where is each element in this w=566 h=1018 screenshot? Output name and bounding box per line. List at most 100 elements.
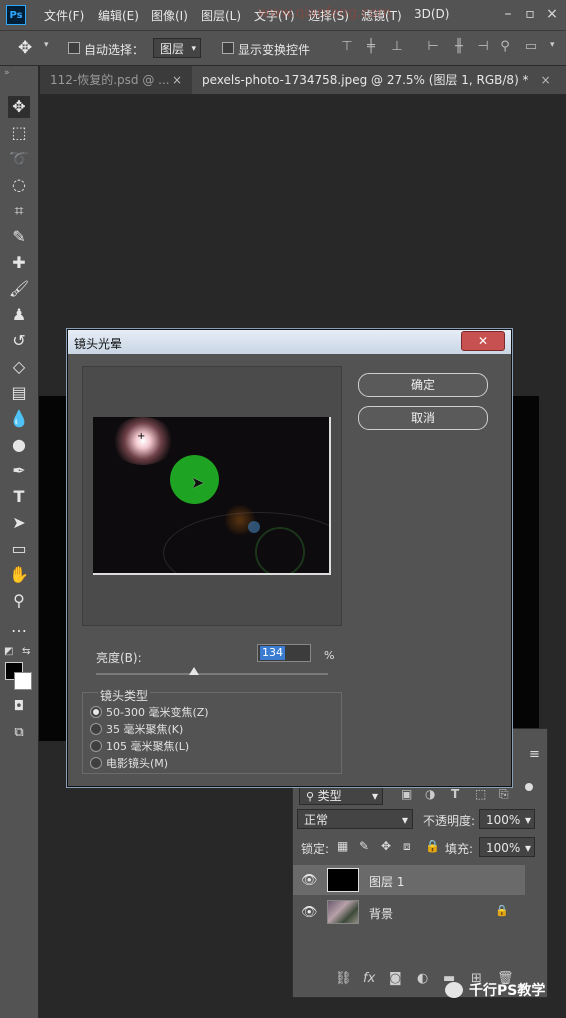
visibility-eye-icon[interactable]: 👁 — [301, 873, 318, 888]
show-transform-checkbox[interactable] — [222, 42, 234, 54]
swap-colors-icon[interactable]: ⇆ — [22, 646, 30, 657]
layer-filter-dropdown[interactable]: ⚲ 类型 ▾ — [299, 785, 383, 805]
filter-type-icon[interactable]: T — [451, 787, 459, 801]
screen-mode-icon[interactable]: ⧉ — [8, 722, 30, 744]
background-color-swatch[interactable] — [14, 672, 32, 690]
cancel-button[interactable]: 取消 — [358, 406, 488, 430]
layer-row-background[interactable]: 👁 背景 🔒 — [293, 897, 525, 927]
lock-position-icon[interactable]: ✥ — [381, 839, 391, 853]
fx-icon[interactable]: fx — [363, 971, 375, 986]
align-top-icon[interactable]: ⊤ — [340, 40, 354, 54]
gradient-tool-icon[interactable]: ▤ — [8, 382, 30, 404]
brightness-slider-thumb[interactable] — [189, 667, 199, 675]
dialog-titlebar[interactable]: 镜头光晕 ✕ — [68, 330, 511, 354]
flare-preview-image[interactable]: + ➤ — [93, 417, 331, 575]
lens-radio-35[interactable] — [90, 723, 102, 735]
auto-select-dropdown[interactable]: 图层 ▾ — [153, 38, 201, 58]
lock-paint-icon[interactable]: ✎ — [359, 839, 369, 853]
blend-mode-dropdown[interactable]: 正常 ▾ — [297, 809, 413, 829]
hand-tool-icon[interactable]: ✋ — [8, 564, 30, 586]
minimize-icon[interactable]: – — [498, 4, 518, 24]
menu-layer[interactable]: 图层(L) — [201, 7, 241, 24]
menu-image[interactable]: 图像(I) — [151, 7, 188, 24]
maximize-icon[interactable]: ▫ — [520, 4, 540, 24]
adjustment-layer-icon[interactable]: ◐ — [417, 971, 428, 986]
lens-radio-movie[interactable] — [90, 757, 102, 769]
pen-tool-icon[interactable]: ✒ — [8, 460, 30, 482]
marquee-tool-icon[interactable]: ⬚ — [8, 122, 30, 144]
path-select-tool-icon[interactable]: ➤ — [8, 512, 30, 534]
crop-tool-icon[interactable]: ⌗ — [8, 200, 30, 222]
collapse-icon[interactable]: » — [4, 68, 10, 78]
opacity-input[interactable]: 100% ▾ — [479, 809, 535, 829]
align-hcenter-icon[interactable]: ╫ — [452, 40, 466, 54]
lasso-tool-icon[interactable]: ➰ — [8, 148, 30, 170]
brush-tool-icon[interactable]: 🖌 — [8, 278, 30, 300]
lock-all-icon[interactable]: 🔒 — [425, 839, 440, 853]
menu-edit[interactable]: 编辑(E) — [98, 7, 139, 24]
rectangle-tool-icon[interactable]: ▭ — [8, 538, 30, 560]
link-layers-icon[interactable]: ⛓ — [335, 971, 352, 986]
options-bar: ✥ ▾ 自动选择： 图层 ▾ 显示变换控件 ⊤ ╪ ⊥ ⊢ ╫ ⊣ ⚲ ▭ ▾ — [0, 31, 566, 66]
eraser-tool-icon[interactable]: ◇ — [8, 356, 30, 378]
menu-3d[interactable]: 3D(D) — [414, 7, 449, 21]
close-window-icon[interactable]: × — [542, 4, 562, 24]
move-tool-icon[interactable]: ✥ — [18, 38, 32, 58]
show-transform-label: 显示变换控件 — [238, 43, 311, 57]
lock-transparent-icon[interactable]: ▦ — [337, 839, 348, 853]
filter-shape-icon[interactable]: ⬚ — [475, 787, 486, 801]
lens-option-label[interactable]: 50-300 毫米变焦(Z) — [106, 704, 209, 720]
lens-option-label[interactable]: 35 毫米聚焦(K) — [106, 721, 183, 737]
tab-pexels-photo[interactable]: pexels-photo-1734758.jpeg @ 27.5% (图层 1,… — [192, 66, 566, 94]
flare-center-crosshair-icon[interactable]: + — [137, 432, 145, 442]
blur-tool-icon[interactable]: 💧 — [8, 408, 30, 430]
filter-adjust-icon[interactable]: ◑ — [425, 787, 435, 801]
close-icon[interactable]: × — [541, 73, 551, 87]
lock-artboard-icon[interactable]: ⧈ — [403, 839, 411, 854]
default-colors-icon[interactable]: ◩ — [4, 646, 13, 657]
lens-radio-105[interactable] — [90, 740, 102, 752]
workspace-chevron-icon[interactable]: ▾ — [550, 40, 555, 50]
dodge-tool-icon[interactable]: ● — [8, 434, 30, 456]
stamp-tool-icon[interactable]: ♟ — [8, 304, 30, 326]
close-icon[interactable]: × — [172, 66, 182, 94]
align-right-icon[interactable]: ⊣ — [476, 40, 490, 54]
layer-thumbnail — [327, 900, 359, 924]
tab-recovered-psd[interactable]: 112-恢复的.psd @ ... × — [40, 66, 190, 94]
search-icon[interactable]: ⚲ — [498, 40, 512, 54]
chevron-down-icon[interactable]: ▾ — [44, 40, 49, 50]
lens-option-label[interactable]: 105 毫米聚焦(L) — [106, 738, 189, 754]
healing-tool-icon[interactable]: ✚ — [8, 252, 30, 274]
lens-option-label[interactable]: 电影镜头(M) — [106, 755, 168, 771]
align-vcenter-icon[interactable]: ╪ — [364, 40, 378, 54]
layer-thumbnail — [327, 868, 359, 892]
workspace-icon[interactable]: ▭ — [524, 40, 538, 54]
zoom-tool-icon[interactable]: ⚲ — [8, 590, 30, 612]
eyedropper-tool-icon[interactable]: ✎ — [8, 226, 30, 248]
dialog-close-button[interactable]: ✕ — [461, 331, 505, 351]
brightness-slider-track[interactable] — [96, 673, 328, 675]
quick-select-tool-icon[interactable]: ◌ — [8, 174, 30, 196]
visibility-eye-icon[interactable]: 👁 — [301, 905, 318, 920]
add-mask-icon[interactable]: ◙ — [389, 971, 402, 986]
filter-smart-icon[interactable]: ⎘ — [499, 787, 509, 802]
filter-toggle[interactable] — [525, 783, 533, 791]
filter-pixel-icon[interactable]: ▣ — [401, 787, 412, 801]
panel-menu-icon[interactable]: ≡ — [529, 747, 540, 762]
fill-input[interactable]: 100% ▾ — [479, 837, 535, 857]
ok-button[interactable]: 确定 — [358, 373, 488, 397]
watermark: www.qianfeng.com — [258, 5, 392, 21]
document-tab-bar: 112-恢复的.psd @ ... × pexels-photo-1734758.… — [40, 66, 566, 95]
more-tools-icon[interactable]: … — [8, 616, 30, 638]
align-left-icon[interactable]: ⊢ — [426, 40, 440, 54]
type-tool-icon[interactable]: T — [8, 486, 30, 508]
quick-mask-icon[interactable]: ◘ — [8, 696, 30, 718]
history-brush-tool-icon[interactable]: ↺ — [8, 330, 30, 352]
move-tool-icon[interactable]: ✥ — [8, 96, 30, 118]
menu-file[interactable]: 文件(F) — [44, 7, 84, 24]
layer-row-layer1[interactable]: 👁 图层 1 — [293, 865, 525, 895]
align-bottom-icon[interactable]: ⊥ — [390, 40, 404, 54]
brightness-input[interactable]: 134 — [257, 644, 311, 662]
auto-select-checkbox[interactable] — [68, 42, 80, 54]
lens-radio-50-300[interactable] — [90, 706, 102, 718]
